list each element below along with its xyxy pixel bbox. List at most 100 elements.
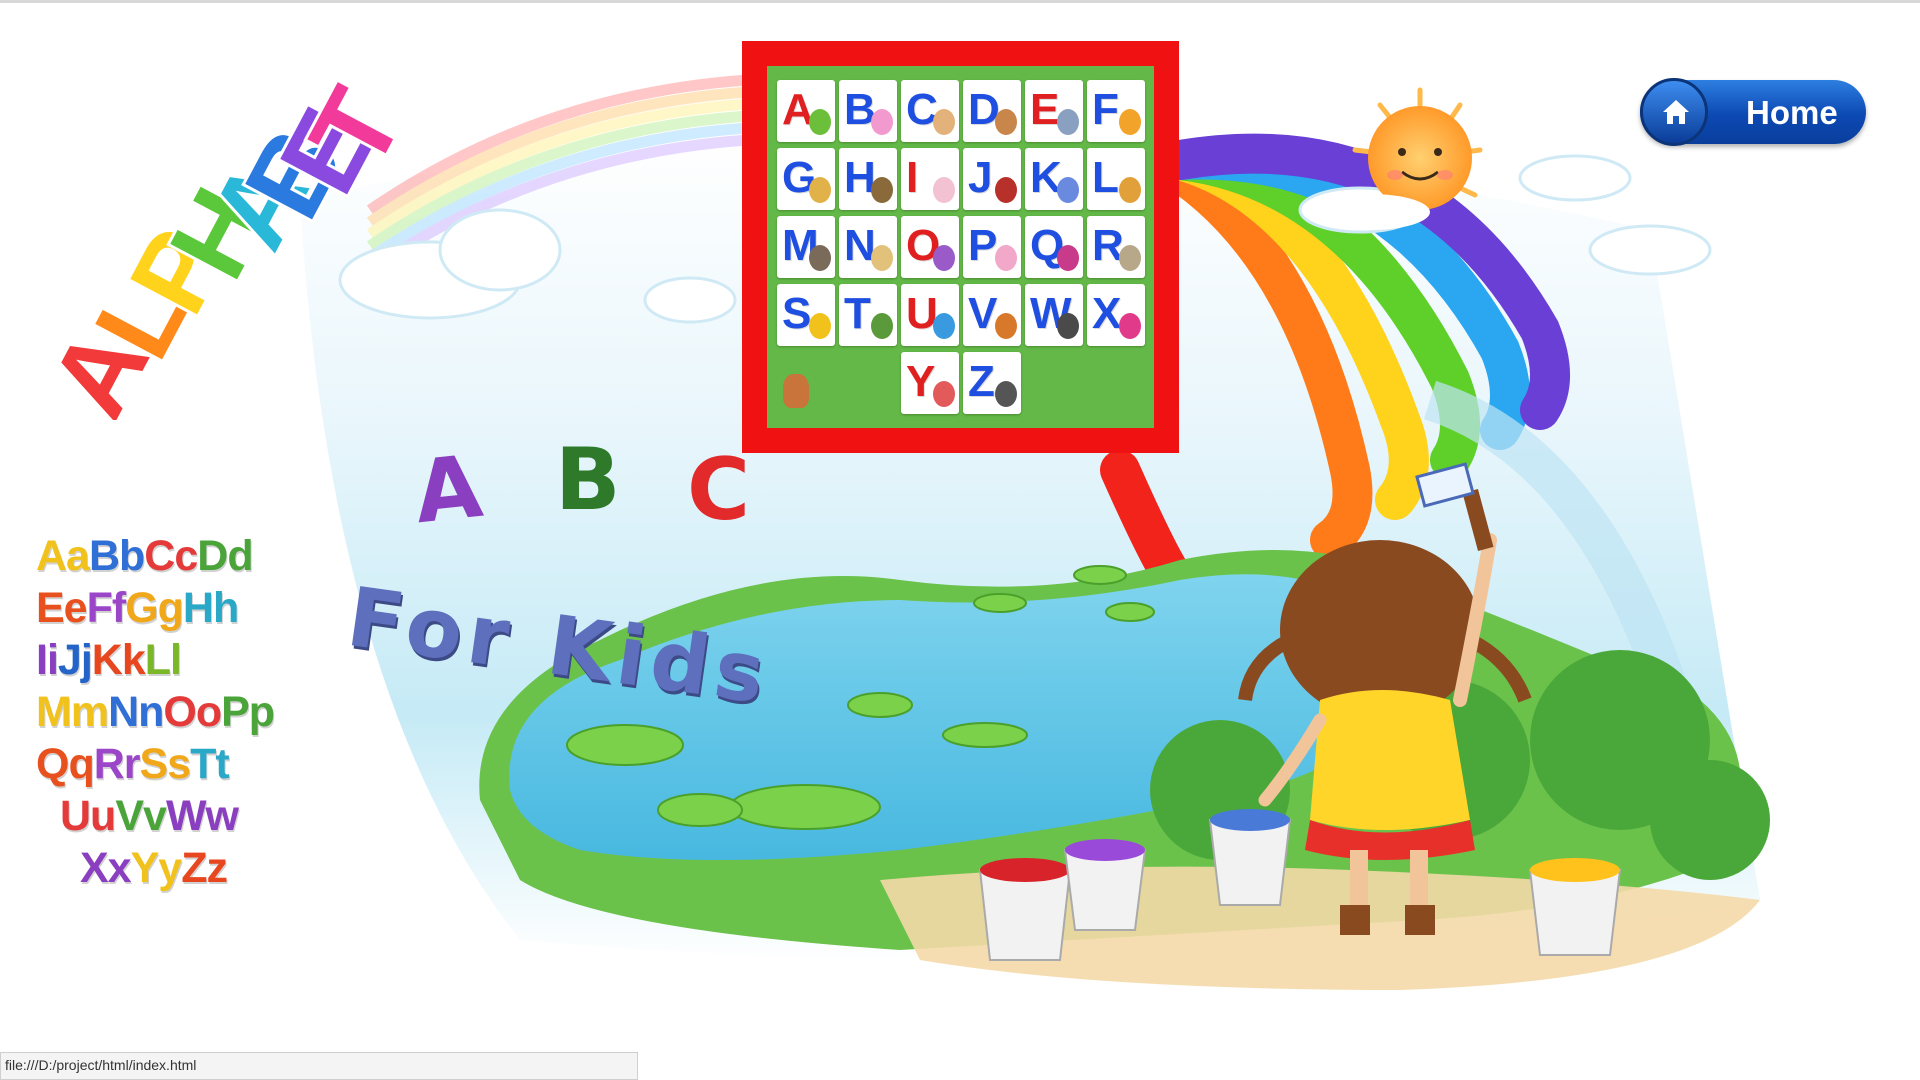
letter-pair: Ll — [144, 636, 182, 684]
letter-tile-b[interactable]: B — [839, 80, 897, 142]
alphabet-pairs: AaBbCcDd EeFfGgHh IiJjKkLl MmNnOoPp QqRrSsTt… — [36, 530, 306, 894]
letter-pair: Dd — [197, 532, 253, 580]
alphabet-grid: ABCDEF GHIJKL MNOPQR STUVWX YZ — [767, 66, 1154, 428]
hat-icon — [871, 177, 893, 203]
letter-pair: Zz — [181, 844, 228, 892]
status-url: file:///D:/project/html/index.html — [5, 1057, 197, 1073]
letter-tile-f[interactable]: F — [1087, 80, 1145, 142]
letter-tile-letter: Y — [906, 357, 936, 406]
letter-tile-l[interactable]: L — [1087, 148, 1145, 210]
ball-icon — [871, 109, 893, 135]
title-letter-a: A — [409, 436, 487, 544]
title-letter-b: B — [555, 430, 621, 530]
home-icon — [1640, 78, 1708, 146]
empty-slot — [839, 352, 897, 414]
title-letter-c: C — [687, 440, 751, 540]
letter-tile-letter: D — [968, 85, 1000, 134]
letter-pair: Rr — [93, 740, 141, 788]
letter-tile-e[interactable]: E — [1025, 80, 1083, 142]
letter-tile-letter: B — [844, 85, 876, 134]
teddy-bear-picture — [783, 374, 809, 408]
giraffe-icon — [809, 177, 831, 203]
letter-pair: Hh — [182, 584, 239, 632]
letter-pair: Qq — [36, 740, 95, 788]
octopus-icon — [933, 245, 955, 271]
alphabet-pair-row: IiJjKkLl — [36, 634, 306, 686]
letter-tile-x[interactable]: X — [1087, 284, 1145, 346]
letter-tile-letter: Z — [968, 357, 995, 406]
pig-icon — [995, 245, 1017, 271]
letter-pair: Aa — [36, 532, 90, 580]
letter-tile-q[interactable]: Q — [1025, 216, 1083, 278]
letter-pair: Ee — [36, 584, 88, 632]
kite-icon — [1057, 177, 1079, 203]
sun-icon — [809, 313, 831, 339]
rabbit-icon — [1119, 245, 1141, 271]
letter-tile-j[interactable]: J — [963, 148, 1021, 210]
jam-icon — [995, 177, 1017, 203]
letter-tile-d[interactable]: D — [963, 80, 1021, 142]
letter-tile-letter: A — [782, 85, 814, 134]
letter-pair: Oo — [163, 688, 222, 736]
letter-tile-a[interactable]: A — [777, 80, 835, 142]
letter-pair: Bb — [88, 532, 145, 580]
letter-tile-t[interactable]: T — [839, 284, 897, 346]
letter-tile-y[interactable]: Y — [901, 352, 959, 414]
letter-tile-letter: T — [844, 289, 871, 338]
letter-tile-letter: R — [1092, 221, 1124, 270]
letter-pair: Pp — [221, 688, 275, 736]
alphabet-pair-row: XxYyZz — [36, 842, 306, 894]
letter-tile-n[interactable]: N — [839, 216, 897, 278]
nest-icon — [871, 245, 893, 271]
alphabet-pair-row: AaBbCcDd — [36, 530, 306, 582]
letter-tile-h[interactable]: H — [839, 148, 897, 210]
letter-tile-k[interactable]: K — [1025, 148, 1083, 210]
letter-tile-c[interactable]: C — [901, 80, 959, 142]
letter-tile-p[interactable]: P — [963, 216, 1021, 278]
letter-pair: Uu — [60, 792, 116, 840]
alphabet-pair-row: EeFfGgHh — [36, 582, 306, 634]
letter-tile-u[interactable]: U — [901, 284, 959, 346]
letter-pair: Ww — [165, 792, 239, 840]
letter-tile-w[interactable]: W — [1025, 284, 1083, 346]
turtle-icon — [871, 313, 893, 339]
letter-pair: Xx — [80, 844, 132, 892]
letter-pair: Nn — [108, 688, 164, 736]
letter-tile-letter: V — [968, 289, 998, 338]
letter-tile-letter: S — [782, 289, 812, 338]
letter-pair: Vv — [115, 792, 167, 840]
teddy-bear-icon[interactable] — [777, 352, 835, 414]
letter-tile-g[interactable]: G — [777, 148, 835, 210]
home-button[interactable]: Home — [1640, 78, 1866, 146]
letter-tile-m[interactable]: M — [777, 216, 835, 278]
alphabet-grid-panel: ABCDEF GHIJKL MNOPQR STUVWX YZ — [742, 41, 1179, 453]
letter-tile-letter: P — [968, 221, 998, 270]
letter-pair: Ii — [36, 636, 59, 684]
letter-tile-v[interactable]: V — [963, 284, 1021, 346]
fish-icon — [1119, 109, 1141, 135]
letter-tile-letter: I — [906, 153, 919, 202]
letter-tile-letter: X — [1092, 289, 1122, 338]
letter-pair: Ff — [86, 584, 127, 632]
letter-tile-letter: E — [1030, 85, 1060, 134]
status-bar: file:///D:/project/html/index.html — [0, 1052, 638, 1080]
letter-tile-i[interactable]: I — [901, 148, 959, 210]
letter-pair: Mm — [36, 688, 109, 736]
letter-tile-letter: U — [906, 289, 938, 338]
letter-tile-r[interactable]: R — [1087, 216, 1145, 278]
dog-icon — [995, 109, 1017, 135]
letter-tile-z[interactable]: Z — [963, 352, 1021, 414]
letter-tile-letter: H — [844, 153, 876, 202]
zebra-icon — [995, 381, 1017, 407]
alphabet-pair-row: QqRrSsTt — [36, 738, 306, 790]
letter-pair: Cc — [144, 532, 198, 580]
letter-tile-o[interactable]: O — [901, 216, 959, 278]
letter-tile-letter: L — [1092, 153, 1119, 202]
home-button-label: Home — [1746, 94, 1838, 131]
umbrella-icon — [933, 313, 955, 339]
yak-icon — [933, 381, 955, 407]
queen-icon — [1057, 245, 1079, 271]
letter-tile-letter: N — [844, 221, 876, 270]
letter-tile-s[interactable]: S — [777, 284, 835, 346]
letter-tile-letter: F — [1092, 85, 1119, 134]
